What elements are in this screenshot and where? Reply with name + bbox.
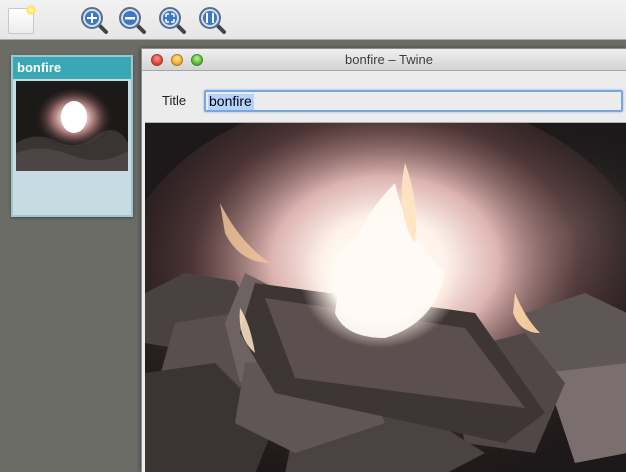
zoom-out-button[interactable]	[117, 5, 147, 35]
new-passage-button[interactable]	[8, 5, 36, 34]
zoom-in-icon	[81, 7, 108, 34]
title-input[interactable]	[204, 90, 623, 112]
zoom-fit-icon	[159, 7, 186, 34]
passage-card-title: bonfire	[13, 57, 131, 79]
zoom-actual-size-icon	[199, 7, 226, 34]
toolbar	[0, 0, 626, 40]
passage-editor-window: bonfire – Twine Title	[141, 48, 626, 472]
zoom-out-icon	[119, 7, 146, 34]
zoom-fit-button[interactable]	[157, 5, 187, 35]
zoom-actual-button[interactable]	[197, 5, 227, 35]
sparkle-icon	[26, 5, 36, 15]
window-titlebar[interactable]: bonfire – Twine	[142, 49, 626, 71]
passage-thumbnail	[16, 81, 128, 171]
bonfire-photo	[145, 122, 626, 472]
title-row: Title	[142, 72, 626, 122]
title-label: Title	[162, 93, 187, 108]
zoom-in-button[interactable]	[79, 5, 109, 35]
story-map[interactable]: bonfire	[0, 41, 140, 472]
window-title: bonfire – Twine	[345, 52, 433, 67]
passage-card-bonfire[interactable]: bonfire	[11, 55, 133, 217]
